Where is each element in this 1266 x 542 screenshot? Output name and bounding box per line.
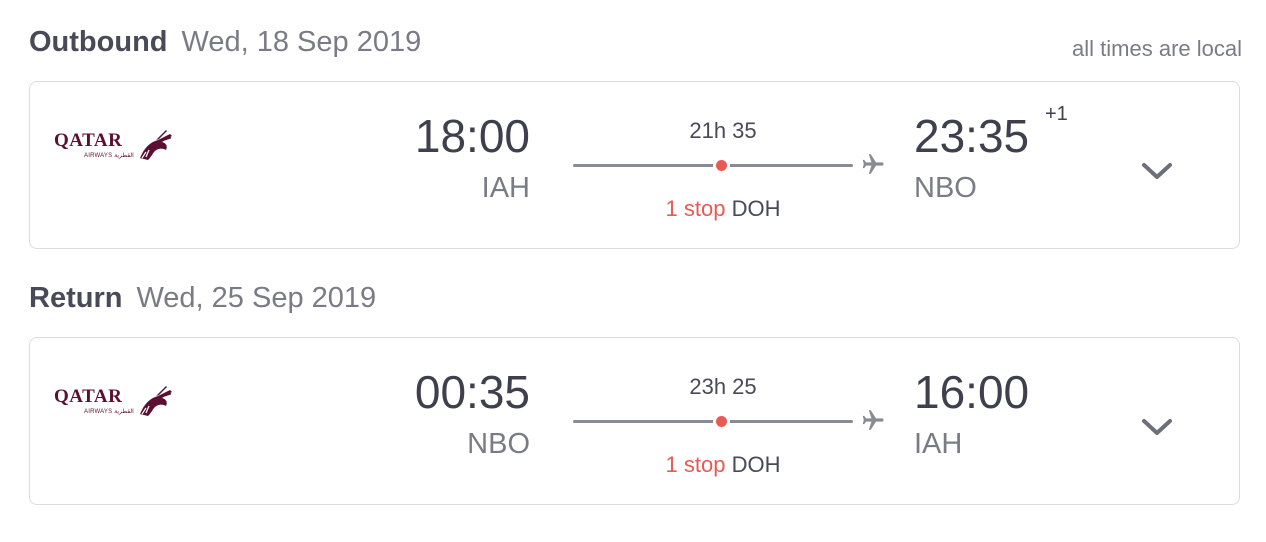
chevron-down-icon[interactable] <box>1140 416 1174 438</box>
return-flight-card[interactable]: QATAR AIRWAYS القطرية 00:35 NBO 23h 25 1… <box>29 337 1240 505</box>
leg-date: Wed, 25 Sep 2019 <box>136 282 377 314</box>
stops-summary: 1 stop DOH <box>573 452 873 478</box>
arrival-airport-code: IAH <box>914 428 963 460</box>
airline-logo-subtext: AIRWAYS القطرية <box>84 409 134 415</box>
route-line <box>573 164 853 167</box>
airline-logo-subtext: AIRWAYS القطرية <box>84 153 134 159</box>
oryx-icon <box>140 386 172 416</box>
departure-airport-code: IAH <box>481 172 530 204</box>
leg-date: Wed, 18 Sep 2019 <box>181 26 422 58</box>
arrival-day-offset: +1 <box>1045 103 1068 125</box>
stops-count: 1 stop <box>665 452 726 477</box>
route-line <box>573 420 853 423</box>
flight-duration: 21h 35 <box>689 118 757 143</box>
airline-logo-text: QATAR <box>54 130 123 151</box>
leg-label: Outbound <box>29 26 168 58</box>
outbound-flight-card[interactable]: QATAR AIRWAYS القطرية 18:00 IAH 21h 35 1… <box>29 81 1240 249</box>
stop-airport: DOH <box>731 196 781 221</box>
arrival-time: 23:35 <box>914 110 1030 162</box>
chevron-down-icon[interactable] <box>1140 160 1174 182</box>
departure-time: 18:00 <box>414 110 530 162</box>
outbound-header: Outbound Wed, 18 Sep 2019 <box>29 26 421 66</box>
times-note: all times are local <box>1072 36 1242 61</box>
stops-count: 1 stop <box>665 196 726 221</box>
stop-airport: DOH <box>731 452 781 477</box>
plane-icon <box>862 154 884 174</box>
airline-logo: QATAR AIRWAYS القطرية <box>54 126 174 166</box>
stops-summary: 1 stop DOH <box>573 196 873 222</box>
leg-label: Return <box>29 282 123 314</box>
departure-airport-code: NBO <box>467 428 530 460</box>
arrival-time: 16:00 <box>914 366 1030 418</box>
airline-logo: QATAR AIRWAYS القطرية <box>54 382 174 422</box>
oryx-icon <box>140 130 172 160</box>
arrival-airport-code: NBO <box>914 172 977 204</box>
airline-logo-text: QATAR <box>54 386 123 407</box>
stop-dot <box>716 160 727 171</box>
return-header: Return Wed, 25 Sep 2019 <box>29 282 376 322</box>
stop-dot <box>716 416 727 427</box>
departure-time: 00:35 <box>414 366 530 418</box>
flight-duration: 23h 25 <box>689 374 757 399</box>
plane-icon <box>862 410 884 430</box>
flight-itinerary: Outbound Wed, 18 Sep 2019 all times are … <box>0 0 1266 542</box>
